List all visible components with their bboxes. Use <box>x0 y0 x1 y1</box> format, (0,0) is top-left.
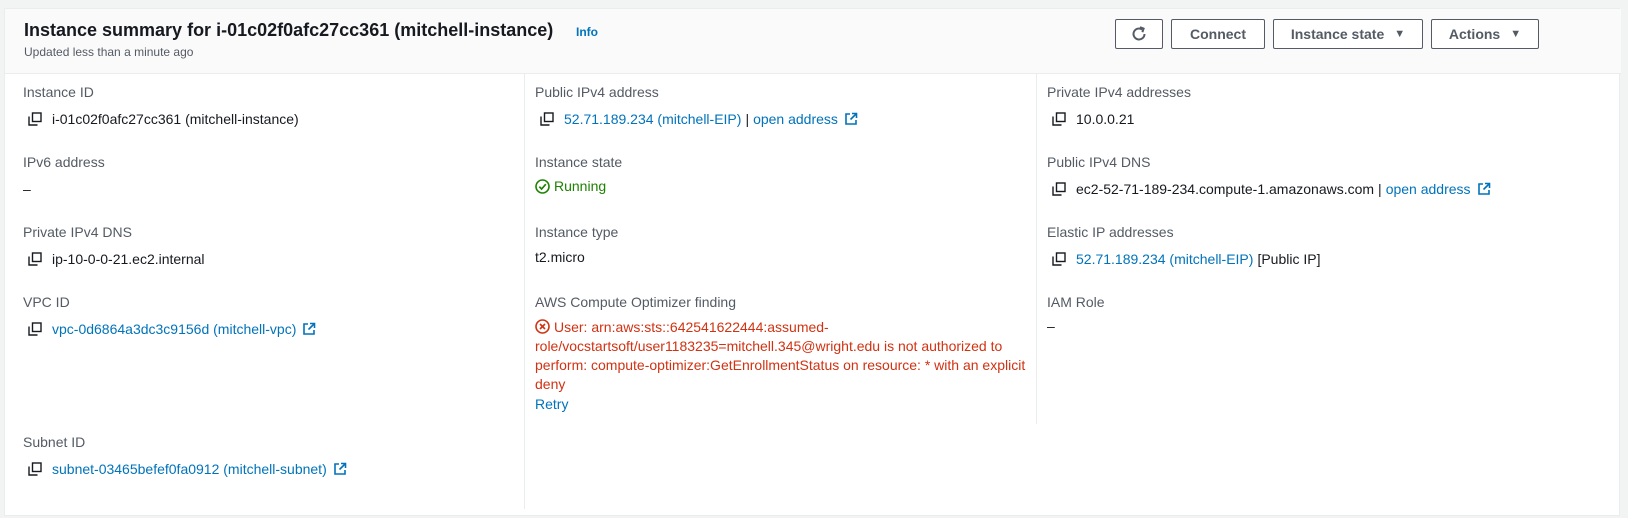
elastic-ip-link[interactable]: 52.71.189.234 (mitchell-EIP) <box>1076 251 1253 267</box>
error-message: User: arn:aws:sts::642541622444:assumed-… <box>535 318 1030 414</box>
public-ip-link[interactable]: 52.71.189.234 (mitchell-EIP) <box>564 111 741 127</box>
instance-type-value: t2.micro <box>535 249 585 265</box>
copy-icon[interactable] <box>28 462 42 476</box>
retry-link[interactable]: Retry <box>535 395 1030 414</box>
panel-header: Instance summary for i-01c02f0afc27cc361… <box>5 9 1621 74</box>
open-address-link[interactable]: open address <box>1386 181 1471 197</box>
private-dns-field: Private IPv4 DNS ip-10-0-0-21.ec2.intern… <box>23 224 205 267</box>
connect-label: Connect <box>1190 26 1246 42</box>
actions-dropdown[interactable]: Actions ▼ <box>1431 19 1539 49</box>
column-divider <box>524 74 525 509</box>
field-label: Public IPv4 address <box>535 84 659 100</box>
field-label: Private IPv4 DNS <box>23 224 132 240</box>
field-label: Private IPv4 addresses <box>1047 84 1191 100</box>
public-ip-field: Public IPv4 address 52.71.189.234 (mitch… <box>535 84 858 127</box>
field-label: AWS Compute Optimizer finding <box>535 294 736 310</box>
external-link-icon[interactable] <box>302 322 316 336</box>
info-link[interactable]: Info <box>576 25 598 39</box>
instance-id-field: Instance ID i-01c02f0afc27cc361 (mitchel… <box>23 84 299 127</box>
iam-role-value: – <box>1047 318 1055 334</box>
subnet-id-field: Subnet ID subnet-03465befef0fa0912 (mitc… <box>23 434 347 477</box>
copy-icon[interactable] <box>540 112 554 126</box>
iam-role-field: IAM Role – <box>1047 294 1105 334</box>
caret-down-icon: ▼ <box>1394 28 1406 40</box>
copy-icon[interactable] <box>1052 182 1066 196</box>
error-text: User: arn:aws:sts::642541622444:assumed-… <box>535 319 1026 392</box>
field-label: Elastic IP addresses <box>1047 224 1174 240</box>
instance-id-value: i-01c02f0afc27cc361 (mitchell-instance) <box>52 111 299 127</box>
open-address-link[interactable]: open address <box>753 111 838 127</box>
copy-icon[interactable] <box>28 112 42 126</box>
field-label: VPC ID <box>23 294 70 310</box>
subnet-id-link[interactable]: subnet-03465befef0fa0912 (mitchell-subne… <box>52 461 327 477</box>
field-label: Instance state <box>535 154 623 170</box>
caret-down-icon: ▼ <box>1510 28 1522 40</box>
vpc-id-field: VPC ID vpc-0d6864a3dc3c9156d (mitchell-v… <box>23 294 316 337</box>
error-icon <box>535 319 550 334</box>
external-link-icon[interactable] <box>333 462 347 476</box>
field-label: Instance ID <box>23 84 94 100</box>
instance-state-dropdown[interactable]: Instance state ▼ <box>1273 19 1423 49</box>
public-dns-value: ec2-52-71-189-234.compute-1.amazonaws.co… <box>1076 181 1375 197</box>
field-label: Public IPv4 DNS <box>1047 154 1151 170</box>
elastic-ip-suffix: [Public IP] <box>1257 251 1321 267</box>
separator: | <box>745 111 750 127</box>
separator: | <box>1378 181 1382 197</box>
elastic-ip-field: Elastic IP addresses 52.71.189.234 (mitc… <box>1047 224 1320 267</box>
field-label: Instance type <box>535 224 619 240</box>
status-badge: Running <box>535 178 606 194</box>
field-label: IAM Role <box>1047 294 1105 310</box>
updated-status: Updated less than a minute ago <box>24 45 194 59</box>
external-link-icon[interactable] <box>1477 182 1491 196</box>
copy-icon[interactable] <box>1052 252 1066 266</box>
compute-optimizer-field: AWS Compute Optimizer finding User: arn:… <box>535 294 1030 414</box>
external-link-icon[interactable] <box>844 112 858 126</box>
instance-summary-panel: Instance summary for i-01c02f0afc27cc361… <box>4 8 1621 516</box>
column-divider <box>1036 74 1037 424</box>
public-dns-field: Public IPv4 DNS ec2-52-71-189-234.comput… <box>1047 154 1491 197</box>
field-label: Subnet ID <box>23 434 86 450</box>
ipv6-field: IPv6 address – <box>23 154 105 197</box>
instance-state-value: Running <box>554 178 607 194</box>
refresh-icon <box>1130 25 1148 43</box>
instance-type-field: Instance type t2.micro <box>535 224 618 265</box>
private-dns-value: ip-10-0-0-21.ec2.internal <box>52 251 205 267</box>
instance-state-label: Instance state <box>1290 26 1385 42</box>
private-ips-value: 10.0.0.21 <box>1076 111 1135 127</box>
vpc-id-link[interactable]: vpc-0d6864a3dc3c9156d (mitchell-vpc) <box>52 321 296 337</box>
actions-label: Actions <box>1448 26 1501 42</box>
copy-icon[interactable] <box>1052 112 1066 126</box>
private-ips-field: Private IPv4 addresses 10.0.0.21 <box>1047 84 1191 127</box>
refresh-button[interactable] <box>1115 19 1163 49</box>
field-label: IPv6 address <box>23 154 105 170</box>
connect-button[interactable]: Connect <box>1171 19 1265 49</box>
copy-icon[interactable] <box>28 252 42 266</box>
page-title: Instance summary for i-01c02f0afc27cc361… <box>24 20 554 40</box>
copy-icon[interactable] <box>28 322 42 336</box>
instance-state-field: Instance state Running <box>535 154 622 194</box>
ipv6-value: – <box>23 181 31 197</box>
check-circle-icon <box>535 178 550 194</box>
